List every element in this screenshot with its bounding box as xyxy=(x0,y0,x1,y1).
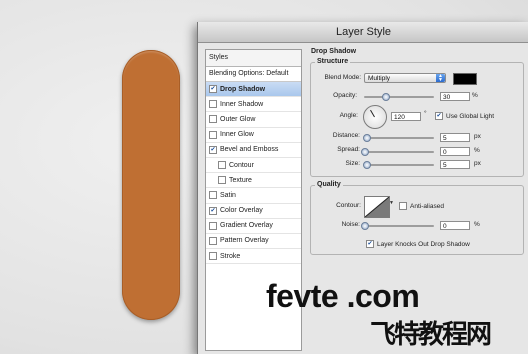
style-item-contour[interactable]: Contour xyxy=(206,158,301,174)
opacity-unit: % xyxy=(472,92,478,99)
style-item-label: Inner Shadow xyxy=(220,100,264,108)
style-item-label: Bevel and Emboss xyxy=(220,146,279,154)
angle-dial-indicator xyxy=(370,109,375,118)
style-item-checkbox[interactable]: ✔ xyxy=(209,85,217,94)
style-item-drop-shadow[interactable]: ✔ Drop Shadow xyxy=(206,82,301,98)
style-item-checkbox[interactable] xyxy=(218,176,226,185)
angle-dial[interactable] xyxy=(363,105,387,129)
drop-shadow-title: Drop Shadow xyxy=(311,48,357,55)
spread-field[interactable]: 0 xyxy=(440,147,470,156)
distance-slider[interactable] xyxy=(363,134,434,142)
blend-mode-value: Multiply xyxy=(368,75,391,82)
style-item-label: Color Overlay xyxy=(220,207,263,215)
spread-label: Spread: xyxy=(337,146,360,153)
style-item-checkbox[interactable] xyxy=(209,100,217,109)
noise-slider[interactable] xyxy=(361,222,434,230)
contour-picker[interactable] xyxy=(364,196,390,218)
distance-slider-knob[interactable] xyxy=(363,134,371,142)
style-item-checkbox[interactable] xyxy=(209,191,217,200)
blend-mode-label: Blend Mode: xyxy=(324,74,362,81)
watermark-text: fevte .com xyxy=(266,278,420,314)
layer-knocks-out-checkbox[interactable]: ✔ xyxy=(366,240,374,248)
noise-label: Noise: xyxy=(341,221,360,228)
dialog-titlebar: Layer Style xyxy=(198,22,528,43)
style-item-checkbox[interactable]: ✔ xyxy=(209,206,217,215)
style-item-checkbox[interactable] xyxy=(209,130,217,139)
spread-unit: % xyxy=(474,147,480,154)
layer-knocks-out-option[interactable]: ✔ Layer Knocks Out Drop Shadow xyxy=(366,240,470,248)
style-item-checkbox[interactable]: ✔ xyxy=(209,145,217,154)
angle-unit: ° xyxy=(424,110,427,117)
style-item-inner-shadow[interactable]: Inner Shadow xyxy=(206,97,301,113)
style-item-label: Texture xyxy=(229,176,252,184)
orange-pill-shape xyxy=(122,50,180,320)
anti-aliased-checkbox[interactable] xyxy=(399,202,407,210)
opacity-slider[interactable] xyxy=(364,93,434,101)
blending-options-item[interactable]: Blending Options: Default xyxy=(206,67,301,82)
blend-mode-select[interactable]: Multiply ▲ ▼ xyxy=(364,73,446,83)
style-item-label: Satin xyxy=(220,191,236,199)
use-global-light-checkbox[interactable]: ✔ xyxy=(435,112,443,120)
anti-aliased-option[interactable]: Anti-aliased xyxy=(399,202,444,210)
chevron-updown-icon: ▲ ▼ xyxy=(436,74,445,83)
noise-slider-knob[interactable] xyxy=(361,222,369,230)
contour-curve-icon xyxy=(365,197,389,217)
contour-dropdown-icon[interactable]: ▼ xyxy=(389,200,395,208)
style-item-label: Stroke xyxy=(220,252,241,260)
style-item-label: Inner Glow xyxy=(220,131,254,139)
style-item-checkbox[interactable] xyxy=(209,252,217,261)
style-item-inner-glow[interactable]: Inner Glow xyxy=(206,128,301,143)
noise-field[interactable]: 0 xyxy=(440,221,470,230)
size-field[interactable]: 5 xyxy=(440,160,470,169)
style-item-outer-glow[interactable]: Outer Glow xyxy=(206,112,301,128)
style-item-checkbox[interactable] xyxy=(209,221,217,230)
angle-field[interactable]: 120 xyxy=(391,112,421,121)
structure-legend: Structure xyxy=(315,58,351,65)
spread-slider-knob[interactable] xyxy=(361,148,369,156)
style-item-bevel-and-emboss[interactable]: ✔ Bevel and Emboss xyxy=(206,143,301,158)
watermark-chinese-text: 飞特教程网 xyxy=(370,320,492,350)
opacity-slider-knob[interactable] xyxy=(382,93,390,101)
style-item-label: Contour xyxy=(229,161,254,169)
style-item-stroke[interactable]: Stroke xyxy=(206,249,301,265)
distance-field[interactable]: 5 xyxy=(440,133,470,142)
size-slider[interactable] xyxy=(363,161,434,169)
layer-knocks-out-label: Layer Knocks Out Drop Shadow xyxy=(377,240,470,248)
style-item-pattern-overlay[interactable]: Pattern Overlay xyxy=(206,234,301,250)
size-slider-knob[interactable] xyxy=(363,161,371,169)
angle-label: Angle: xyxy=(339,112,358,119)
dialog-title: Layer Style xyxy=(335,26,392,38)
style-item-checkbox[interactable] xyxy=(209,115,217,124)
styles-header[interactable]: Styles xyxy=(206,50,301,67)
style-item-label: Drop Shadow xyxy=(220,85,266,93)
contour-label: Contour: xyxy=(336,202,361,209)
style-item-label: Pattern Overlay xyxy=(220,237,269,245)
quality-legend: Quality xyxy=(315,181,343,188)
spread-slider[interactable] xyxy=(361,148,434,156)
size-label: Size: xyxy=(345,160,360,167)
style-item-texture[interactable]: Texture xyxy=(206,173,301,189)
noise-unit: % xyxy=(474,221,480,228)
use-global-light-label: Use Global Light xyxy=(446,112,495,120)
opacity-field[interactable]: 30 xyxy=(440,92,470,101)
style-items-list: ✔ Drop Shadow Inner Shadow Outer Glow Inner … xyxy=(206,82,301,265)
distance-unit: px xyxy=(474,133,481,140)
distance-label: Distance: xyxy=(332,132,360,139)
use-global-light-option[interactable]: ✔ Use Global Light xyxy=(435,112,494,120)
style-item-checkbox[interactable] xyxy=(218,161,226,170)
anti-aliased-label: Anti-aliased xyxy=(410,202,444,210)
style-item-color-overlay[interactable]: ✔ Color Overlay xyxy=(206,204,301,219)
style-item-gradient-overlay[interactable]: Gradient Overlay xyxy=(206,219,301,234)
style-item-satin[interactable]: Satin xyxy=(206,188,301,204)
style-item-label: Gradient Overlay xyxy=(220,222,273,230)
style-item-label: Outer Glow xyxy=(220,115,256,123)
shadow-color-swatch[interactable] xyxy=(453,73,477,85)
style-item-checkbox[interactable] xyxy=(209,236,217,245)
opacity-label: Opacity: xyxy=(333,92,357,99)
size-unit: px xyxy=(474,160,481,167)
